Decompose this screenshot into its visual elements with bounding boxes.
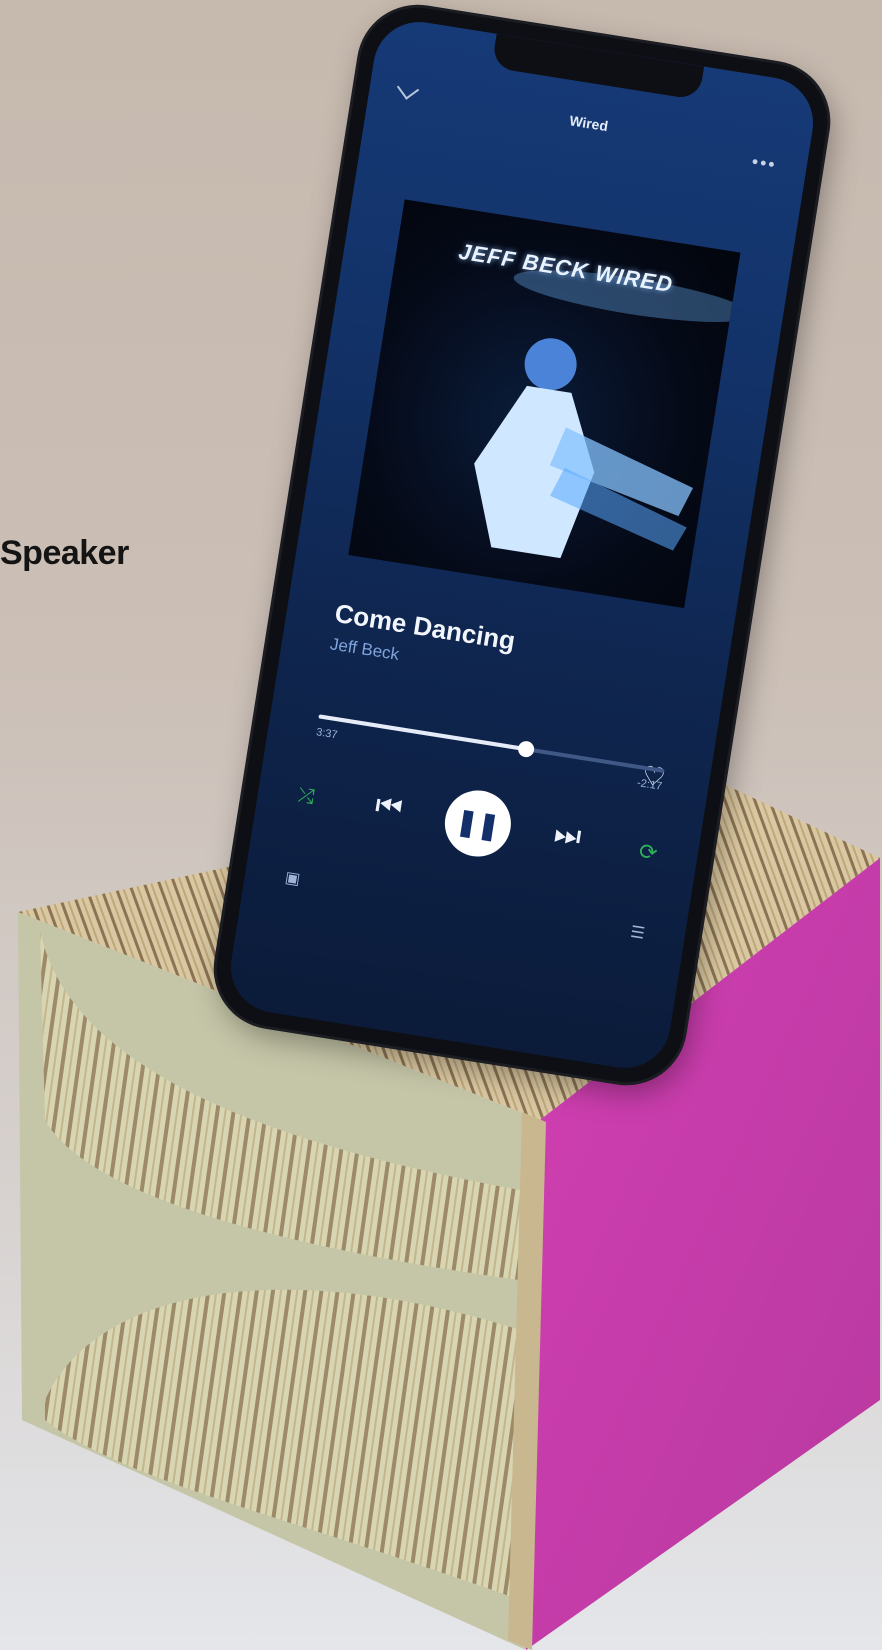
album-cover: JEFF BECK WIRED — [348, 199, 741, 609]
remaining-time: -2:17 — [636, 777, 663, 793]
track-info: Come Dancing Jeff Beck — [329, 598, 518, 683]
photo-scene: Speaker Wired ••• JEFF BECK WIRED Come D… — [0, 0, 882, 1650]
queue-icon[interactable]: ☰ — [629, 922, 646, 944]
progress-knob[interactable] — [516, 740, 536, 759]
repeat-icon[interactable]: ⟳ — [637, 838, 659, 867]
context-title: Wired — [568, 112, 610, 135]
elapsed-time: 3:37 — [315, 726, 339, 742]
more-icon[interactable]: ••• — [750, 151, 778, 176]
pause-button[interactable]: ❚❚ — [440, 785, 516, 862]
skip-previous-icon[interactable]: ⏮ — [373, 788, 405, 826]
shuffle-icon[interactable]: ⤮ — [296, 784, 315, 809]
skip-next-icon[interactable]: ⏭ — [552, 817, 584, 855]
devices-icon[interactable]: ▣ — [284, 867, 302, 889]
pause-icon: ❚❚ — [454, 804, 502, 842]
horn-lower — [45, 1289, 520, 1600]
progress-fill — [318, 714, 527, 752]
